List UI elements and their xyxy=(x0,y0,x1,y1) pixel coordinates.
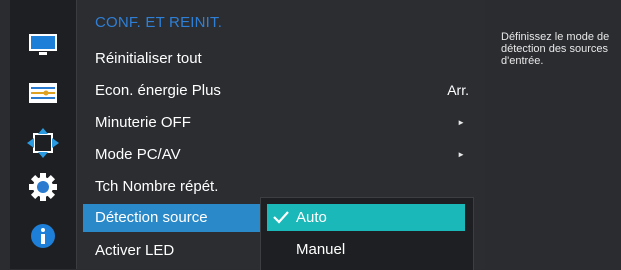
menu-item-label: Détection source xyxy=(95,209,208,226)
monitor-icon[interactable] xyxy=(26,28,60,62)
info-icon[interactable] xyxy=(26,219,60,253)
menu-item-label: Réinitialiser tout xyxy=(95,50,202,67)
picture-settings-icon[interactable] xyxy=(26,76,60,110)
menu-item-label: Minuterie OFF xyxy=(95,114,191,131)
option-label: Manuel xyxy=(296,241,346,258)
menu-item-label: Mode PC/AV xyxy=(95,146,181,163)
resize-arrows-icon[interactable] xyxy=(26,126,60,160)
chevron-right-icon: ► xyxy=(457,150,465,159)
option-manual[interactable]: Manuel xyxy=(267,236,465,263)
help-panel: Définissez le mode de détection des sour… xyxy=(485,0,621,269)
source-detection-submenu: Auto Manuel xyxy=(260,197,474,270)
option-auto[interactable]: Auto xyxy=(267,204,465,231)
menu-item-value: Arr. xyxy=(447,82,469,98)
menu-item-label: Tch Nombre répét. xyxy=(95,178,219,195)
menu-title: CONF. ET REINIT. xyxy=(95,14,223,31)
checkmark-icon xyxy=(272,210,290,228)
help-text: Définissez le mode de détection des sour… xyxy=(501,31,610,67)
menu-item-eco-saving-plus[interactable]: Econ. énergie Plus Arr. xyxy=(83,77,479,105)
sidebar xyxy=(10,0,76,269)
menu-item-reset-all[interactable]: Réinitialiser tout xyxy=(83,45,479,73)
option-label: Auto xyxy=(296,209,327,226)
menu-item-off-timer[interactable]: Minuterie OFF ► xyxy=(83,109,479,137)
gear-icon[interactable] xyxy=(26,170,60,204)
menu-item-label: Econ. énergie Plus xyxy=(95,82,221,99)
menu-item-label: Activer LED xyxy=(95,242,175,259)
chevron-right-icon: ► xyxy=(457,118,465,127)
menu-item-pc-av-mode[interactable]: Mode PC/AV ► xyxy=(83,141,479,169)
